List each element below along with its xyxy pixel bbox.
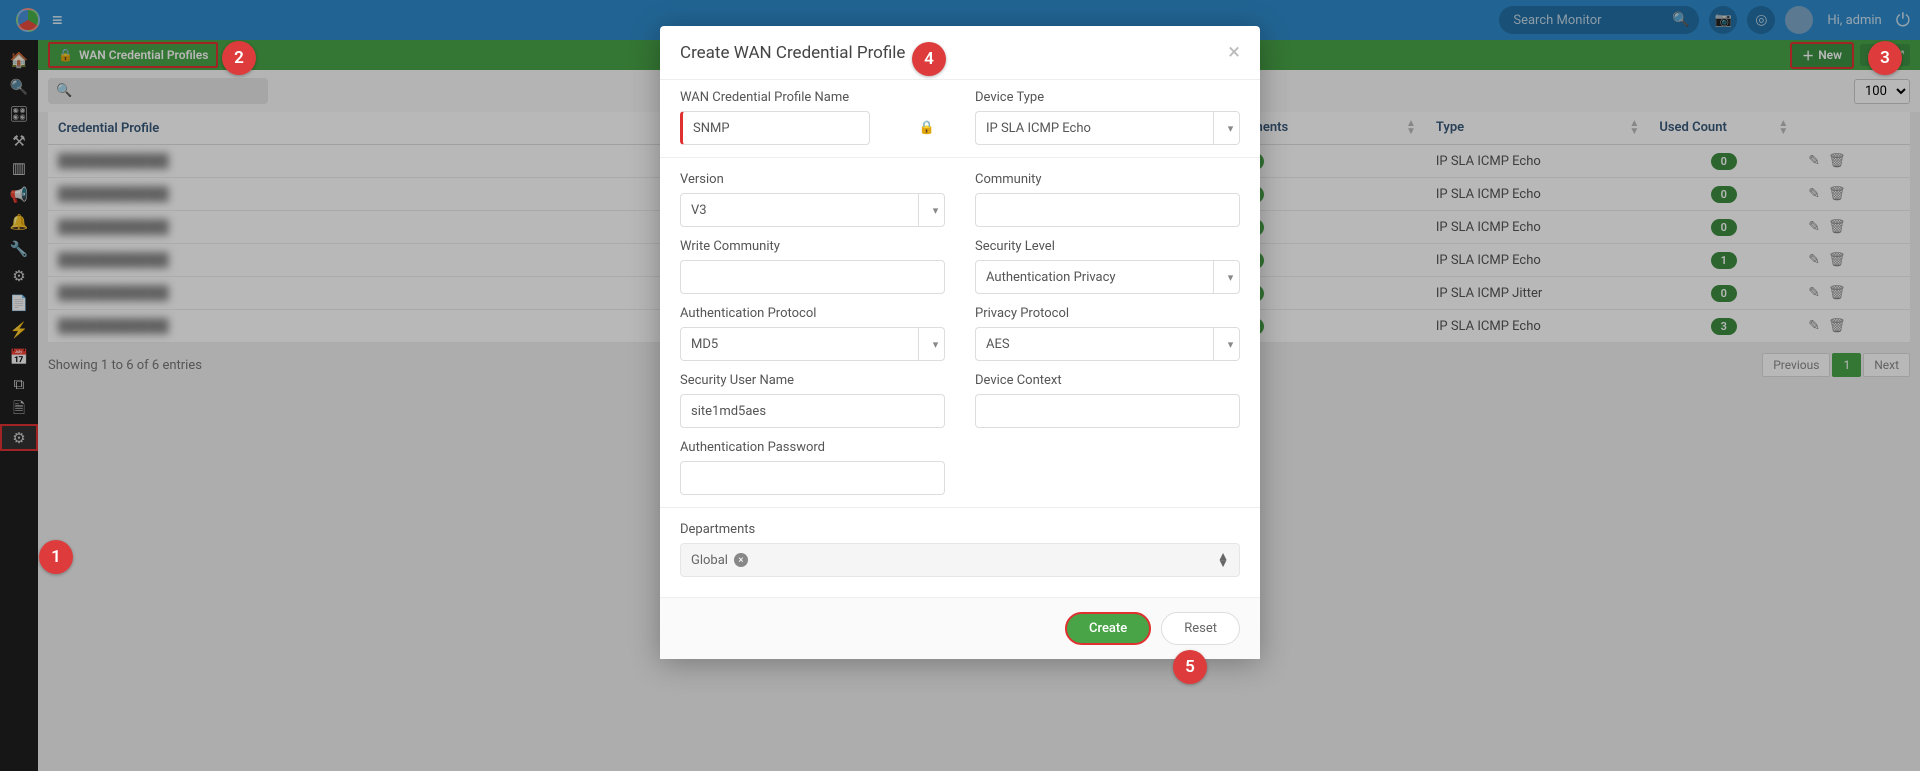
auth-password-input[interactable]	[680, 461, 945, 495]
callout-2: 2	[222, 41, 256, 75]
version-select[interactable]: V3▾	[680, 193, 945, 227]
create-button[interactable]: Create	[1065, 612, 1151, 645]
label-privacy-protocol: Privacy Protocol	[975, 306, 1240, 321]
label-write-community: Write Community	[680, 239, 945, 254]
reset-button[interactable]: Reset	[1161, 612, 1240, 645]
chevron-down-icon: ▾	[918, 328, 944, 360]
department-tag: Global ×	[691, 553, 748, 568]
chevron-down-icon: ▾	[918, 194, 944, 226]
label-auth-password: Authentication Password	[680, 440, 945, 455]
chevron-down-icon: ▾	[1213, 328, 1239, 360]
close-icon[interactable]: ×	[1228, 40, 1240, 65]
profile-name-input[interactable]	[680, 111, 870, 145]
callout-3: 3	[1868, 41, 1902, 75]
updown-icon[interactable]: ▲▼	[1217, 553, 1229, 567]
label-version: Version	[680, 172, 945, 187]
lock-icon: 🔒	[919, 121, 935, 136]
create-credential-modal: Create WAN Credential Profile × WAN Cred…	[660, 26, 1260, 659]
label-device-context: Device Context	[975, 373, 1240, 388]
label-auth-protocol: Authentication Protocol	[680, 306, 945, 321]
device-context-input[interactable]	[975, 394, 1240, 428]
label-community: Community	[975, 172, 1240, 187]
chevron-down-icon: ▾	[1213, 112, 1239, 144]
departments-select[interactable]: Global × ▲▼	[680, 543, 1240, 577]
modal-title: Create WAN Credential Profile	[680, 43, 905, 63]
label-profile-name: WAN Credential Profile Name	[680, 90, 945, 105]
label-departments: Departments	[680, 522, 1240, 537]
device-type-select[interactable]: IP SLA ICMP Echo▾	[975, 111, 1240, 145]
remove-tag-icon[interactable]: ×	[734, 553, 748, 567]
security-user-input[interactable]	[680, 394, 945, 428]
auth-protocol-select[interactable]: MD5▾	[680, 327, 945, 361]
security-level-select[interactable]: Authentication Privacy▾	[975, 260, 1240, 294]
modal-header: Create WAN Credential Profile ×	[660, 26, 1260, 80]
callout-4: 4	[912, 42, 946, 76]
chevron-down-icon: ▾	[1213, 261, 1239, 293]
label-security-user: Security User Name	[680, 373, 945, 388]
privacy-protocol-select[interactable]: AES▾	[975, 327, 1240, 361]
label-device-type: Device Type	[975, 90, 1240, 105]
write-community-input[interactable]	[680, 260, 945, 294]
modal-footer: Create Reset	[660, 597, 1260, 659]
label-security-level: Security Level	[975, 239, 1240, 254]
community-input[interactable]	[975, 193, 1240, 227]
callout-5: 5	[1173, 650, 1207, 684]
callout-1: 1	[39, 540, 73, 574]
